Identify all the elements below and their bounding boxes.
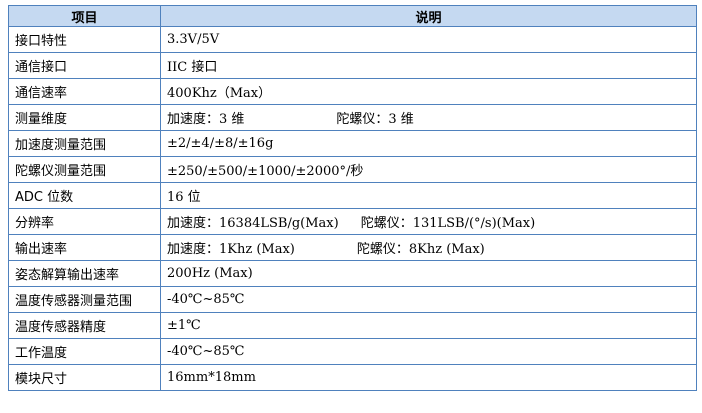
gyro-value: 陀螺仪：131LSB/(°/s)(Max) — [360, 216, 536, 231]
table-row: 温度传感器测量范围 -40℃~85℃ — [8, 286, 697, 313]
row-value: 400Khz（Max） — [160, 78, 697, 105]
row-value: -40℃~85℃ — [160, 338, 697, 365]
row-value: ±250/±500/±1000/±2000°/秒 — [160, 156, 697, 183]
row-value: 16mm*18mm — [160, 364, 697, 391]
row-value: ±1℃ — [160, 312, 697, 339]
table-row: ADC 位数 16 位 — [8, 182, 697, 209]
table-row: 陀螺仪测量范围 ±250/±500/±1000/±2000°/秒 — [8, 156, 697, 183]
row-label: ADC 位数 — [8, 182, 161, 209]
table-row: 输出速率 加速度：1Khz (Max) 陀螺仪：8Khz (Max) — [8, 234, 697, 261]
row-value: 加速度：3 维 陀螺仪：3 维 — [160, 104, 697, 131]
row-label: 工作温度 — [8, 338, 161, 365]
row-label: 分辨率 — [8, 208, 161, 235]
table-row: 温度传感器精度 ±1℃ — [8, 312, 697, 339]
gyro-value: 陀螺仪：3 维 — [336, 112, 414, 127]
table-row: 模块尺寸 16mm*18mm — [8, 364, 697, 391]
table-row: 分辨率 加速度：16384LSB/g(Max) 陀螺仪：131LSB/(°/s)(… — [8, 208, 697, 235]
row-label: 测量维度 — [8, 104, 161, 131]
row-label: 陀螺仪测量范围 — [8, 156, 161, 183]
gyro-value: 陀螺仪：8Khz (Max) — [356, 242, 485, 257]
row-label: 输出速率 — [8, 234, 161, 261]
accel-value: 加速度：16384LSB/g(Max) — [167, 216, 339, 231]
table-row: 加速度测量范围 ±2/±4/±8/±16g — [8, 130, 697, 157]
row-label: 接口特性 — [8, 26, 161, 53]
table-row: 接口特性 3.3V/5V — [8, 26, 697, 53]
row-value: ±2/±4/±8/±16g — [160, 130, 697, 157]
header-item: 项目 — [8, 5, 161, 27]
row-label: 通信速率 — [8, 78, 161, 105]
row-value: 加速度：16384LSB/g(Max) 陀螺仪：131LSB/(°/s)(Max) — [160, 208, 697, 235]
row-label: 温度传感器测量范围 — [8, 286, 161, 313]
row-value: 加速度：1Khz (Max) 陀螺仪：8Khz (Max) — [160, 234, 697, 261]
spec-table: 项目 说明 接口特性 3.3V/5V 通信接口 IIC 接口 通信速率 400K… — [8, 5, 697, 391]
table-row: 测量维度 加速度：3 维 陀螺仪：3 维 — [8, 104, 697, 131]
accel-value: 加速度：1Khz (Max) — [167, 242, 295, 257]
row-label: 温度传感器精度 — [8, 312, 161, 339]
row-value: IIC 接口 — [160, 52, 697, 79]
row-label: 通信接口 — [8, 52, 161, 79]
row-value: 16 位 — [160, 182, 697, 209]
table-header-row: 项目 说明 — [8, 5, 697, 27]
row-value: -40℃~85℃ — [160, 286, 697, 313]
header-description: 说明 — [160, 5, 697, 27]
table-row: 姿态解算输出速率 200Hz (Max) — [8, 260, 697, 287]
row-value: 200Hz (Max) — [160, 260, 697, 287]
table-row: 通信接口 IIC 接口 — [8, 52, 697, 79]
row-label: 加速度测量范围 — [8, 130, 161, 157]
accel-value: 加速度：3 维 — [167, 112, 245, 127]
row-value: 3.3V/5V — [160, 26, 697, 53]
row-label: 模块尺寸 — [8, 364, 161, 391]
table-row: 工作温度 -40℃~85℃ — [8, 338, 697, 365]
row-label: 姿态解算输出速率 — [8, 260, 161, 287]
table-row: 通信速率 400Khz（Max） — [8, 78, 697, 105]
